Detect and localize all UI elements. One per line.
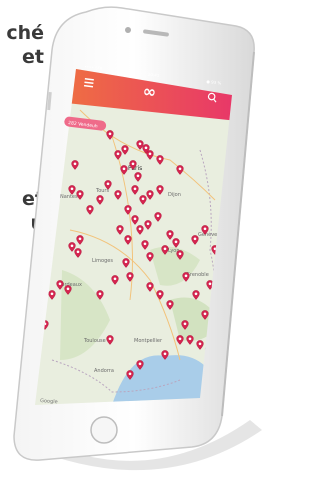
place-label-dijon: Dijon [168, 192, 181, 198]
place-label-toulouse: Toulouse [83, 338, 106, 344]
map-attribution: Google [40, 398, 58, 405]
phone-mockup: Nantes Tours Limoges Bordeaux Toulouse M… [13, 6, 262, 471]
place-label-geneve: Genève [198, 231, 217, 238]
place-label-montpellier: Montpellier [134, 338, 163, 344]
app-logo: ∞ [142, 81, 158, 101]
place-label-nantes: Nantes [60, 194, 78, 200]
home-button[interactable] [90, 416, 118, 444]
hamburger-icon[interactable] [83, 77, 94, 88]
front-camera [125, 27, 131, 33]
place-label-andorra: Andorra [94, 368, 114, 374]
place-label-limoges: Limoges [92, 258, 113, 264]
